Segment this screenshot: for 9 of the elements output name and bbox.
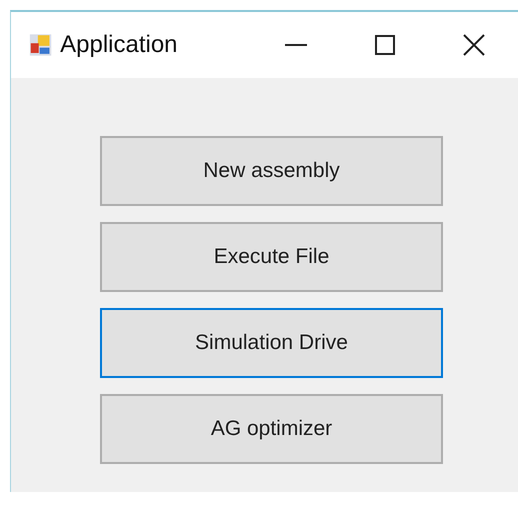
close-icon [462,34,485,56]
minimize-icon [284,44,307,46]
maximize-icon [374,35,395,55]
app-icon [29,32,52,58]
menu-button[interactable]: AG optimizer [100,394,443,464]
menu-button[interactable]: Execute File [100,222,443,292]
menu-button[interactable]: New assembly [100,136,443,206]
menu-button[interactable]: Simulation Drive [100,308,443,378]
window-title: Application [60,31,179,59]
